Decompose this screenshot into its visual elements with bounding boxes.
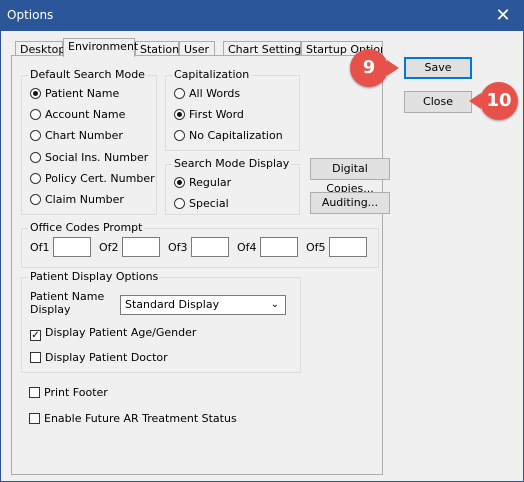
radio-social-ins-number[interactable]: Social Ins. Number [30, 151, 148, 165]
checkbox-icon [30, 352, 41, 363]
checkbox-enable-future-ar[interactable]: Enable Future AR Treatment Status [29, 412, 237, 426]
radio-account-name[interactable]: Account Name [30, 108, 125, 122]
of5-label: Of5 [306, 241, 326, 254]
options-dialog: Options ✕ Desktop Environment Station Us… [0, 0, 524, 482]
of3-label: Of3 [168, 241, 188, 254]
radio-icon [174, 198, 185, 209]
radio-regular[interactable]: Regular [174, 176, 231, 190]
auditing-button[interactable]: Auditing... [310, 192, 390, 214]
search-mode-display-group: Search Mode Display Regular Special [165, 157, 300, 215]
of1-input[interactable] [53, 237, 91, 257]
tab-environment[interactable]: Environment [63, 38, 138, 57]
radio-icon [30, 173, 41, 184]
of5-input[interactable] [329, 237, 367, 257]
of3-input[interactable] [191, 237, 229, 257]
checkbox-icon [29, 387, 40, 398]
of2-label: Of2 [99, 241, 119, 254]
digital-copies-button[interactable]: Digital Copies... [310, 158, 390, 195]
checkbox-display-age-gender[interactable]: ✓ Display Patient Age/Gender [30, 326, 196, 341]
environment-panel: Default Search Mode Patient Name Account… [11, 55, 390, 475]
patient-name-display-select[interactable]: Standard Display ⌄ [120, 295, 286, 315]
chevron-down-icon: ⌄ [270, 299, 279, 310]
radio-special[interactable]: Special [174, 197, 229, 211]
title-bar[interactable]: Options ✕ [1, 1, 523, 31]
radio-selected-icon [174, 109, 185, 120]
window-title: Options [7, 8, 54, 22]
radio-all-words[interactable]: All Words [174, 87, 240, 101]
office-codes-group: Office Codes Prompt Of1 Of2 Of3 Of4 Of5 [21, 221, 379, 268]
radio-selected-icon [30, 88, 41, 99]
search-mode-display-label: Search Mode Display [172, 157, 292, 170]
step-10-pointer [469, 93, 481, 109]
patient-name-display-label-1: Patient Name [30, 290, 105, 303]
radio-no-capitalization[interactable]: No Capitalization [174, 129, 283, 143]
save-button[interactable]: Save [404, 57, 472, 79]
radio-patient-name[interactable]: Patient Name [30, 87, 119, 101]
radio-icon [174, 130, 185, 141]
of2-input[interactable] [122, 237, 160, 257]
default-search-mode-label: Default Search Mode [28, 68, 147, 81]
step-10-badge: 10 [480, 82, 518, 120]
radio-icon [30, 130, 41, 141]
close-button[interactable]: Close [404, 91, 472, 113]
radio-first-word[interactable]: First Word [174, 108, 244, 122]
of1-label: Of1 [30, 241, 50, 254]
step-9-badge: 9 [350, 49, 388, 87]
patient-display-label: Patient Display Options [28, 270, 161, 283]
patient-display-group: Patient Display Options Patient Name Dis… [21, 270, 301, 373]
of4-label: Of4 [237, 241, 257, 254]
of4-input[interactable] [260, 237, 298, 257]
office-codes-label: Office Codes Prompt [28, 221, 145, 234]
radio-icon [30, 194, 41, 205]
radio-claim-number[interactable]: Claim Number [30, 193, 124, 207]
checkbox-display-patient-doctor[interactable]: Display Patient Doctor [30, 351, 168, 365]
checkbox-icon [29, 413, 40, 424]
radio-icon [174, 88, 185, 99]
checkmark-icon: ✓ [30, 330, 41, 341]
close-window-icon[interactable]: ✕ [483, 1, 523, 31]
default-search-mode-group: Default Search Mode Patient Name Account… [21, 68, 157, 215]
step-9-pointer [387, 60, 399, 76]
capitalization-label: Capitalization [172, 68, 252, 81]
checkbox-print-footer[interactable]: Print Footer [29, 386, 108, 400]
radio-icon [30, 152, 41, 163]
radio-policy-cert-number[interactable]: Policy Cert. Number [30, 172, 155, 186]
patient-name-display-label-2: Display [30, 303, 71, 316]
radio-icon [30, 109, 41, 120]
capitalization-group: Capitalization All Words First Word No C… [165, 68, 300, 151]
radio-chart-number[interactable]: Chart Number [30, 129, 123, 143]
radio-selected-icon [174, 177, 185, 188]
